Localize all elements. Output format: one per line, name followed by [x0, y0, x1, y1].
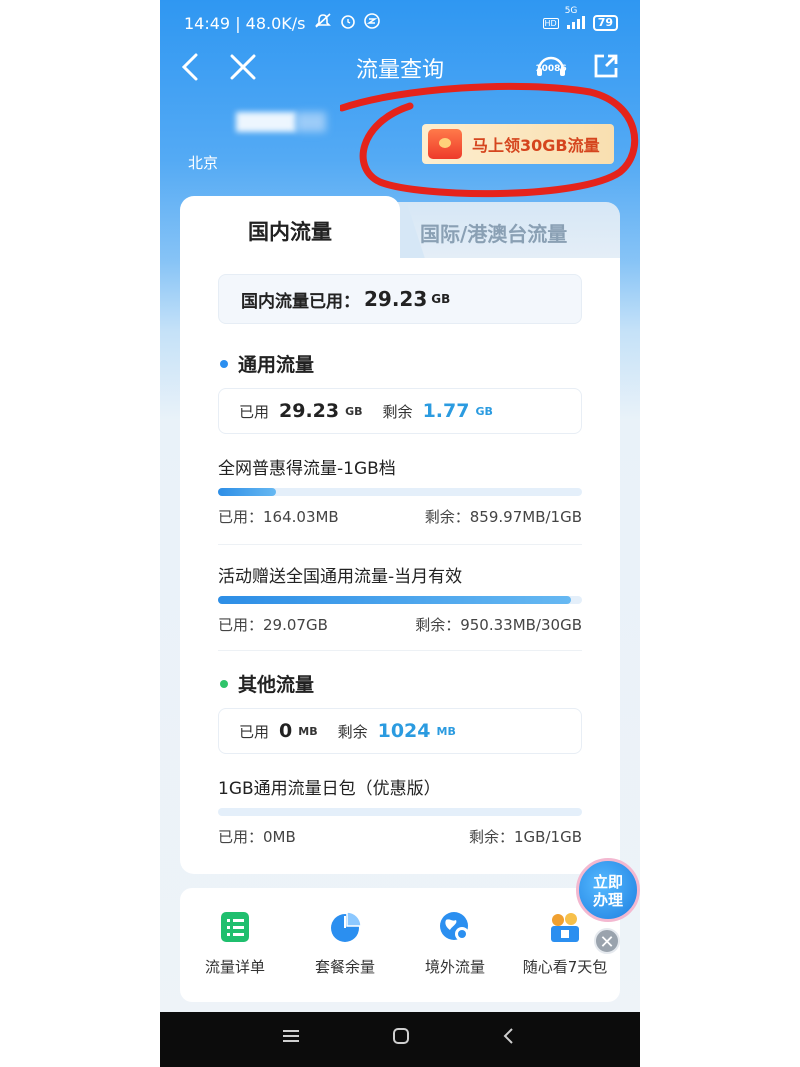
network-type: 5G [564, 5, 578, 16]
general-section-title: 通用流量 [220, 350, 314, 377]
service-number: 10086 [535, 64, 567, 74]
shortcut-label: 套餐余量 [314, 958, 375, 976]
shortcut-label: 流量详单 [204, 958, 265, 976]
back-nav-button[interactable] [494, 1026, 524, 1051]
red-envelope-icon [428, 129, 462, 159]
app-notification-icon [363, 13, 380, 33]
general-summary: 已用 29.23 GB 剩余 1.77 GB [218, 388, 582, 434]
usage-meta: 已用：164.03MB 剩余：859.97MB/1GB [218, 506, 582, 527]
general-used-unit: GB [345, 404, 363, 418]
chevron-left-icon [503, 1028, 513, 1044]
usage-meta: 已用：29.07GB 剩余：950.33MB/30GB [218, 614, 582, 635]
other-section-title: 其他流量 [220, 670, 314, 697]
divider [218, 544, 582, 545]
home-button[interactable] [386, 1026, 416, 1051]
menu-button[interactable] [276, 1026, 306, 1051]
plan-name: 全网普惠得流量-1GB档 [218, 459, 396, 479]
shortcut-flow-detail[interactable]: 流量详单 [180, 910, 290, 977]
other-dot [220, 679, 228, 688]
general-remain-label: 剩余 [382, 402, 413, 421]
account-info: 北京 [186, 100, 386, 180]
usage-used: 已用：164.03MB [218, 508, 339, 526]
list-icon [218, 910, 252, 944]
menu-icon [283, 1030, 299, 1042]
nav-bar: 流量查询 10086 [160, 48, 640, 88]
usage-bar [218, 808, 582, 816]
general-used-label: 已用 [239, 402, 270, 421]
masked-phone-number-tail [296, 112, 326, 132]
usage-remain: 剩余：859.97MB/1GB [424, 508, 582, 526]
battery-icon: 79 [592, 15, 618, 31]
other-remain-unit: MB [436, 724, 456, 738]
general-used-value: 29.23 [279, 400, 340, 422]
apply-now-floating-button[interactable]: 立即办理 [576, 858, 640, 922]
plan-name: 1GB通用流量日包（优惠版） [218, 779, 441, 799]
globe-icon [438, 910, 472, 944]
pie-chart-icon [328, 910, 362, 944]
status-bar: 14:49 | 48.0K/s HD 5G 79 [184, 6, 618, 36]
promo-button[interactable]: 马上领30GB流量 [422, 124, 614, 164]
masked-phone-number [236, 112, 296, 132]
usage-used: 已用：0MB [218, 828, 296, 846]
account-city: 北京 [188, 154, 219, 172]
system-nav-bar [160, 1012, 640, 1067]
total-label: 国内流量已用： [241, 291, 360, 312]
status-time: 14:49 | 48.0K/s [184, 13, 306, 33]
domestic-total: 国内流量已用： 29.23 GB [218, 274, 582, 324]
home-icon [393, 1028, 409, 1044]
video-package-icon [548, 910, 582, 944]
other-used-unit: MB [298, 724, 318, 738]
signal-icon: 5G [565, 6, 587, 33]
floating-label: 立即办理 [592, 873, 623, 909]
divider [218, 650, 582, 651]
floating-close-button[interactable]: ✕ [594, 928, 620, 954]
plan-name: 活动赠送全国通用流量-当月有效 [218, 567, 463, 587]
hd-icon: HD [542, 17, 559, 29]
usage-meta: 已用：0MB 剩余：1GB/1GB [218, 826, 582, 847]
promo-label: 马上领30GB流量 [472, 136, 600, 155]
shortcut-label: 境外流量 [424, 958, 485, 976]
usage-remain: 剩余：950.33MB/30GB [415, 616, 582, 634]
usage-bar-fill [218, 488, 277, 496]
general-title-text: 通用流量 [238, 354, 315, 376]
alarm-icon [340, 13, 356, 33]
tab-domestic[interactable]: 国内流量 [180, 196, 400, 260]
other-remain-label: 剩余 [337, 722, 368, 741]
usage-used: 已用：29.07GB [218, 616, 328, 634]
flow-card: 国际/港澳台流量 国内流量 国内流量已用： 29.23 GB 通用流量 已用 2… [180, 196, 620, 874]
other-summary: 已用 0 MB 剩余 1024 MB [218, 708, 582, 754]
usage-bar-fill [218, 596, 571, 604]
general-remain-unit: GB [475, 404, 493, 418]
tab-international[interactable]: 国际/港澳台流量 [392, 202, 620, 260]
other-used-label: 已用 [239, 722, 270, 741]
usage-bar [218, 596, 582, 604]
share-icon [594, 54, 618, 78]
domestic-panel: 国内流量已用： 29.23 GB 通用流量 已用 29.23 GB 剩余 1.7… [180, 258, 620, 874]
tab-domestic-label: 国内流量 [248, 220, 332, 244]
shortcut-roaming[interactable]: 境外流量 [400, 910, 510, 977]
share-button[interactable] [592, 52, 620, 80]
shortcut-bar: 流量详单 套餐余量 境外流量 随心看7天包 [180, 888, 620, 1002]
total-unit: GB [431, 292, 451, 306]
customer-service-button[interactable]: 10086 [534, 50, 568, 84]
total-value: 29.23 [364, 287, 428, 311]
other-remain-value: 1024 [377, 720, 431, 742]
close-icon: ✕ [599, 932, 615, 953]
mute-icon [314, 13, 332, 33]
shortcut-label: 随心看7天包 [522, 958, 608, 976]
general-dot [220, 359, 228, 368]
usage-remain: 剩余：1GB/1GB [469, 828, 582, 846]
shortcut-plan-balance[interactable]: 套餐余量 [290, 910, 400, 977]
tab-international-label: 国际/港澳台流量 [420, 222, 568, 246]
other-title-text: 其他流量 [238, 674, 315, 696]
usage-bar [218, 488, 582, 496]
phone-screen: 14:49 | 48.0K/s HD 5G 79 流量查询 10086 北京 马… [160, 0, 640, 1067]
other-used-value: 0 [279, 720, 293, 742]
general-remain-value: 1.77 [422, 400, 470, 422]
